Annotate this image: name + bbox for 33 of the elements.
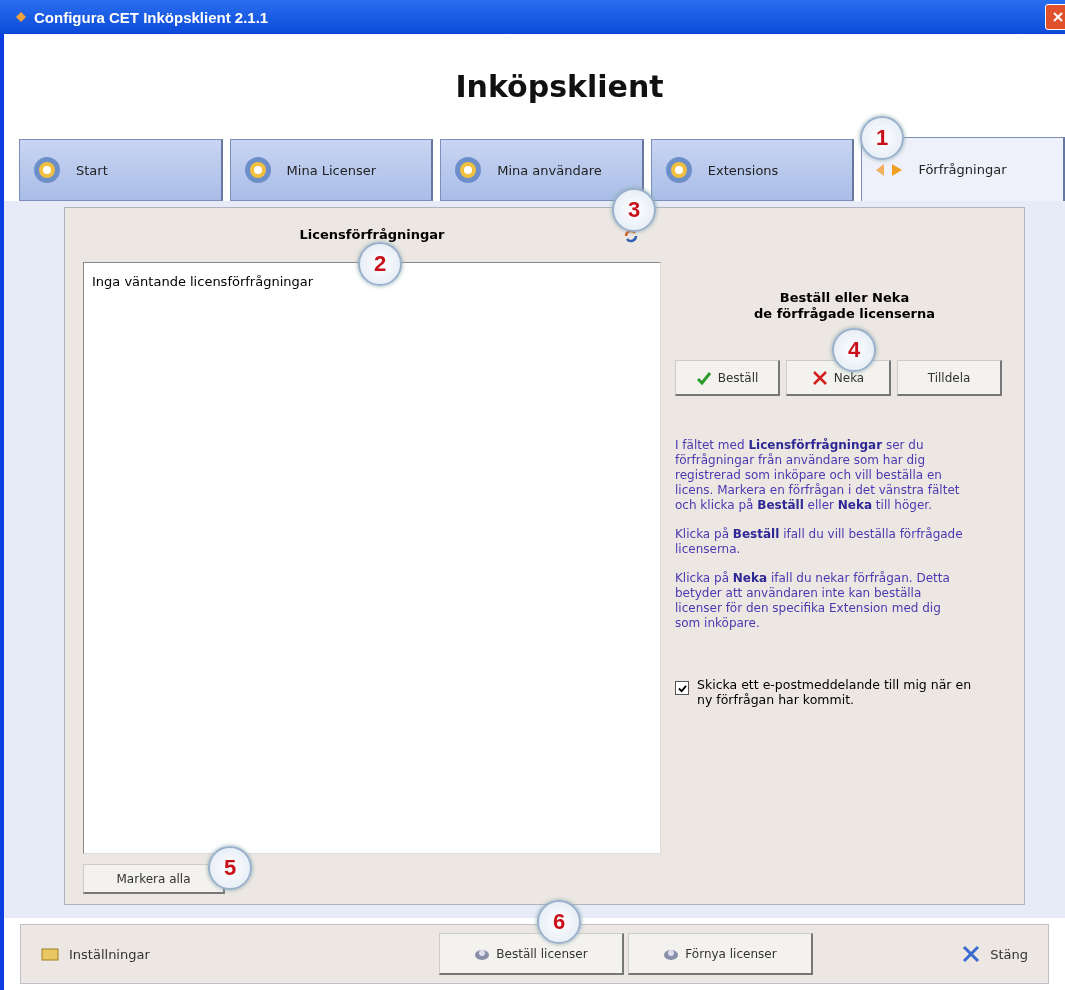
disc-icon bbox=[453, 155, 484, 185]
page-heading: Inköpsklient bbox=[455, 69, 664, 104]
tab[interactable]: Start bbox=[19, 139, 223, 201]
renew-licenses-button[interactable]: Förnya licenser bbox=[628, 933, 813, 975]
assign-button[interactable]: Tilldela bbox=[897, 360, 1002, 396]
cross-icon bbox=[811, 369, 828, 386]
tab[interactable]: Mina användare bbox=[440, 139, 644, 201]
list-title: Licensförfrågningar bbox=[299, 227, 445, 243]
order-licenses-button[interactable]: Beställ licenser bbox=[439, 933, 624, 975]
window-title: Configura CET Inköpsklient 2.1.1 bbox=[34, 8, 269, 26]
email-checkbox[interactable] bbox=[675, 681, 689, 695]
help-text: Klicka på Beställ ifall du vill beställa förfrågade licenserna. bbox=[675, 527, 964, 557]
action-title: Beställ eller Neka de förfrågade licenserna bbox=[753, 290, 936, 322]
checkmark-icon bbox=[695, 369, 712, 386]
app-icon bbox=[14, 10, 28, 24]
settings-button[interactable]: Inställningar bbox=[35, 945, 156, 963]
close-icon bbox=[962, 945, 981, 963]
tab[interactable]: Extensions bbox=[650, 139, 855, 201]
deny-button[interactable]: Neka bbox=[786, 360, 891, 396]
help-text: I fältet med Licensförfrågningar ser du förfrågningar från användare som har dig registrerad som inköpare och vill beställa en licens. Markera en förfrågan i det vänstra fältet och klicka på Beställ eller Neka till höger. bbox=[675, 438, 961, 513]
empty-message: Inga väntande licensförfrågningar bbox=[92, 273, 314, 289]
disc-icon bbox=[32, 155, 62, 185]
disc-icon bbox=[663, 155, 694, 185]
email-option-label: Skicka ett e-postmeddelande till mig när en ny förfrågan har kommit. bbox=[697, 677, 973, 707]
close-icon bbox=[1052, 11, 1064, 23]
folder-icon bbox=[41, 947, 59, 961]
disc-icon bbox=[242, 155, 273, 185]
tab[interactable]: Mina Licenser bbox=[229, 139, 434, 201]
select-all-button[interactable]: Markera alla bbox=[83, 864, 225, 894]
help-text: Klicka på Neka ifall du nekar förfrågan. Detta betyder att användaren inte kan beställa licenser för den specifika Extension med dig som inköpare. bbox=[675, 571, 951, 631]
close-button[interactable] bbox=[1045, 4, 1065, 30]
close-dialog-button[interactable]: Stäng bbox=[956, 944, 1034, 964]
approve-button[interactable]: Beställ bbox=[675, 360, 780, 396]
